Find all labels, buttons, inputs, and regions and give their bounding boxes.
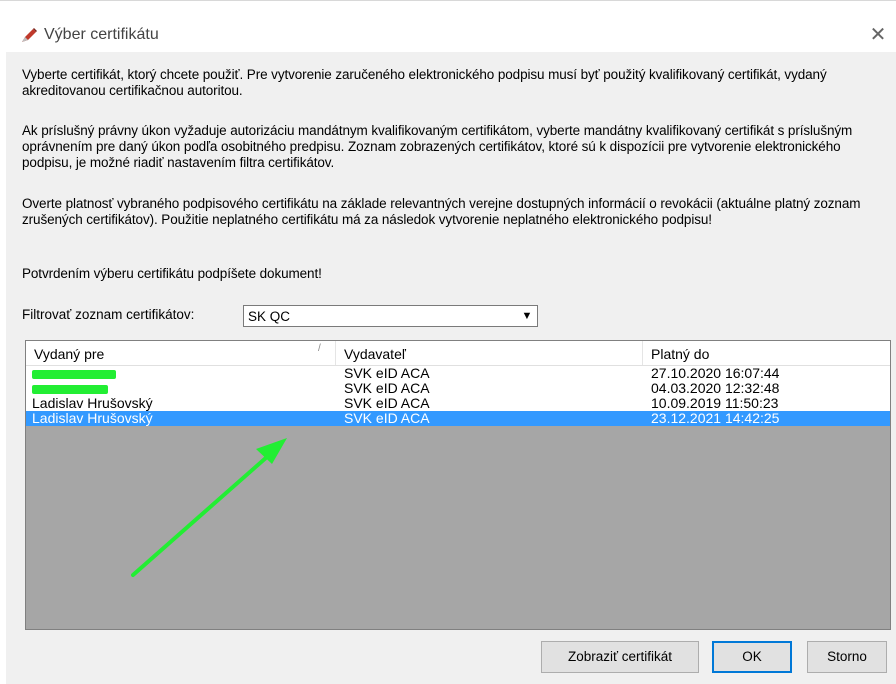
cell-issuer: SVK eID ACA bbox=[344, 395, 430, 411]
certificate-list[interactable]: Vydaný pre / Vydavateľ Platný do SVK eID… bbox=[25, 340, 891, 630]
filter-select-value: SK QC bbox=[248, 309, 291, 324]
sort-indicator-icon: / bbox=[318, 343, 321, 354]
close-icon[interactable]: ✕ bbox=[866, 24, 890, 48]
cell-valid-to: 23.12.2021 14:42:25 bbox=[651, 410, 780, 426]
table-row[interactable]: Ladislav Hrušovský SVK eID ACA 10.09.201… bbox=[26, 396, 890, 411]
redaction-mark bbox=[32, 369, 116, 379]
list-header: Vydaný pre / Vydavateľ Platný do bbox=[26, 341, 890, 366]
list-rows: SVK eID ACA 27.10.2020 16:07:44 SVK eID … bbox=[26, 366, 890, 426]
show-certificate-button[interactable]: Zobraziť certifikát bbox=[541, 641, 699, 673]
column-header-issuer[interactable]: Vydavateľ bbox=[336, 341, 643, 365]
filter-select[interactable]: SK QC ▼ bbox=[243, 305, 538, 327]
table-row-selected[interactable]: Ladislav Hrušovský SVK eID ACA 23.12.202… bbox=[26, 411, 890, 426]
cell-issued-to: Ladislav Hrušovský bbox=[32, 410, 153, 426]
cell-issued-to bbox=[32, 381, 108, 396]
table-row[interactable]: SVK eID ACA 27.10.2020 16:07:44 bbox=[26, 366, 890, 381]
cell-issued-to: Ladislav Hrušovský bbox=[32, 395, 153, 411]
instruction-paragraph-2: Ak príslušný právny úkon vyžaduje autori… bbox=[22, 123, 853, 170]
cell-issuer: SVK eID ACA bbox=[344, 380, 430, 396]
title-bar: Výber certifikátu ✕ bbox=[0, 6, 896, 52]
instruction-paragraph-1: Vyberte certifikát, ktorý chcete použiť.… bbox=[22, 67, 827, 98]
cell-valid-to: 04.03.2020 12:32:48 bbox=[651, 380, 780, 396]
table-row[interactable]: SVK eID ACA 04.03.2020 12:32:48 bbox=[26, 381, 890, 396]
cell-issuer: SVK eID ACA bbox=[344, 410, 430, 426]
column-header-valid-to[interactable]: Platný do bbox=[643, 341, 890, 365]
window-title: Výber certifikátu bbox=[44, 26, 159, 43]
cell-issuer: SVK eID ACA bbox=[344, 365, 430, 381]
chevron-down-icon[interactable]: ▼ bbox=[519, 308, 535, 324]
column-header-issued-to[interactable]: Vydaný pre bbox=[26, 341, 336, 365]
instruction-paragraph-3: Overte platnosť vybraného podpisového ce… bbox=[22, 196, 861, 227]
pen-icon bbox=[20, 28, 38, 44]
cell-issued-to bbox=[32, 366, 116, 381]
cell-valid-to: 10.09.2019 11:50:23 bbox=[651, 395, 779, 411]
ok-button[interactable]: OK bbox=[712, 641, 792, 673]
instruction-paragraph-4: Potvrdením výberu certifikátu podpíšete … bbox=[22, 266, 322, 281]
filter-label: Filtrovať zoznam certifikátov: bbox=[22, 307, 195, 322]
redaction-mark bbox=[32, 384, 108, 394]
cancel-button[interactable]: Storno bbox=[807, 641, 887, 673]
cell-valid-to: 27.10.2020 16:07:44 bbox=[651, 365, 780, 381]
